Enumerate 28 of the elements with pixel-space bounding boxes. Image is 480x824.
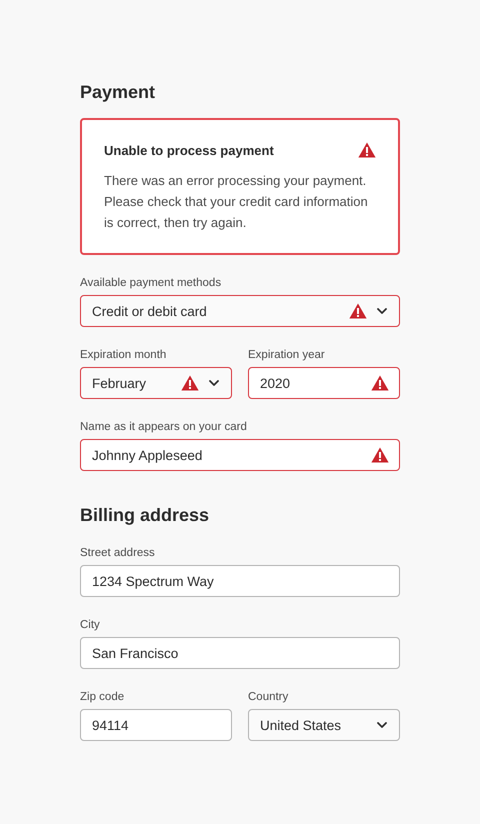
input-field[interactable]: 94114 xyxy=(80,709,232,741)
dropdown[interactable]: United States xyxy=(248,709,400,741)
alert-message: There was an error processing your payment. Please check that your credit card information is correct, then try again. xyxy=(104,172,369,232)
input-field[interactable]: 1234 Spectrum Way xyxy=(80,565,400,597)
field-label: Available payment methods xyxy=(80,276,222,291)
section-title: Payment xyxy=(80,81,156,104)
field-label: Zip code xyxy=(80,690,126,705)
field-label: Street address xyxy=(80,546,156,561)
section-title: Billing address xyxy=(80,504,210,527)
warning-icon xyxy=(181,375,199,391)
dropdown[interactable]: February xyxy=(80,367,232,399)
input-field[interactable]: Johnny Appleseed xyxy=(80,439,400,471)
input-field[interactable]: 2020 xyxy=(248,367,400,399)
alert-title: Unable to process payment xyxy=(104,142,274,158)
chevron-down-icon xyxy=(209,380,219,386)
field-label: Country xyxy=(248,690,290,705)
chevron-down-icon xyxy=(377,722,387,728)
warning-icon xyxy=(371,375,389,391)
field-label: Name as it appears on your card xyxy=(80,420,248,435)
warning-icon xyxy=(358,142,376,158)
dropdown[interactable]: Credit or debit card xyxy=(80,295,400,327)
field-label: Expiration year xyxy=(248,348,326,363)
warning-icon xyxy=(349,303,367,319)
field-label: Expiration month xyxy=(80,348,168,363)
warning-icon xyxy=(371,447,389,463)
field-label: City xyxy=(80,618,101,633)
input-field[interactable]: San Francisco xyxy=(80,637,400,669)
chevron-down-icon xyxy=(377,308,387,314)
